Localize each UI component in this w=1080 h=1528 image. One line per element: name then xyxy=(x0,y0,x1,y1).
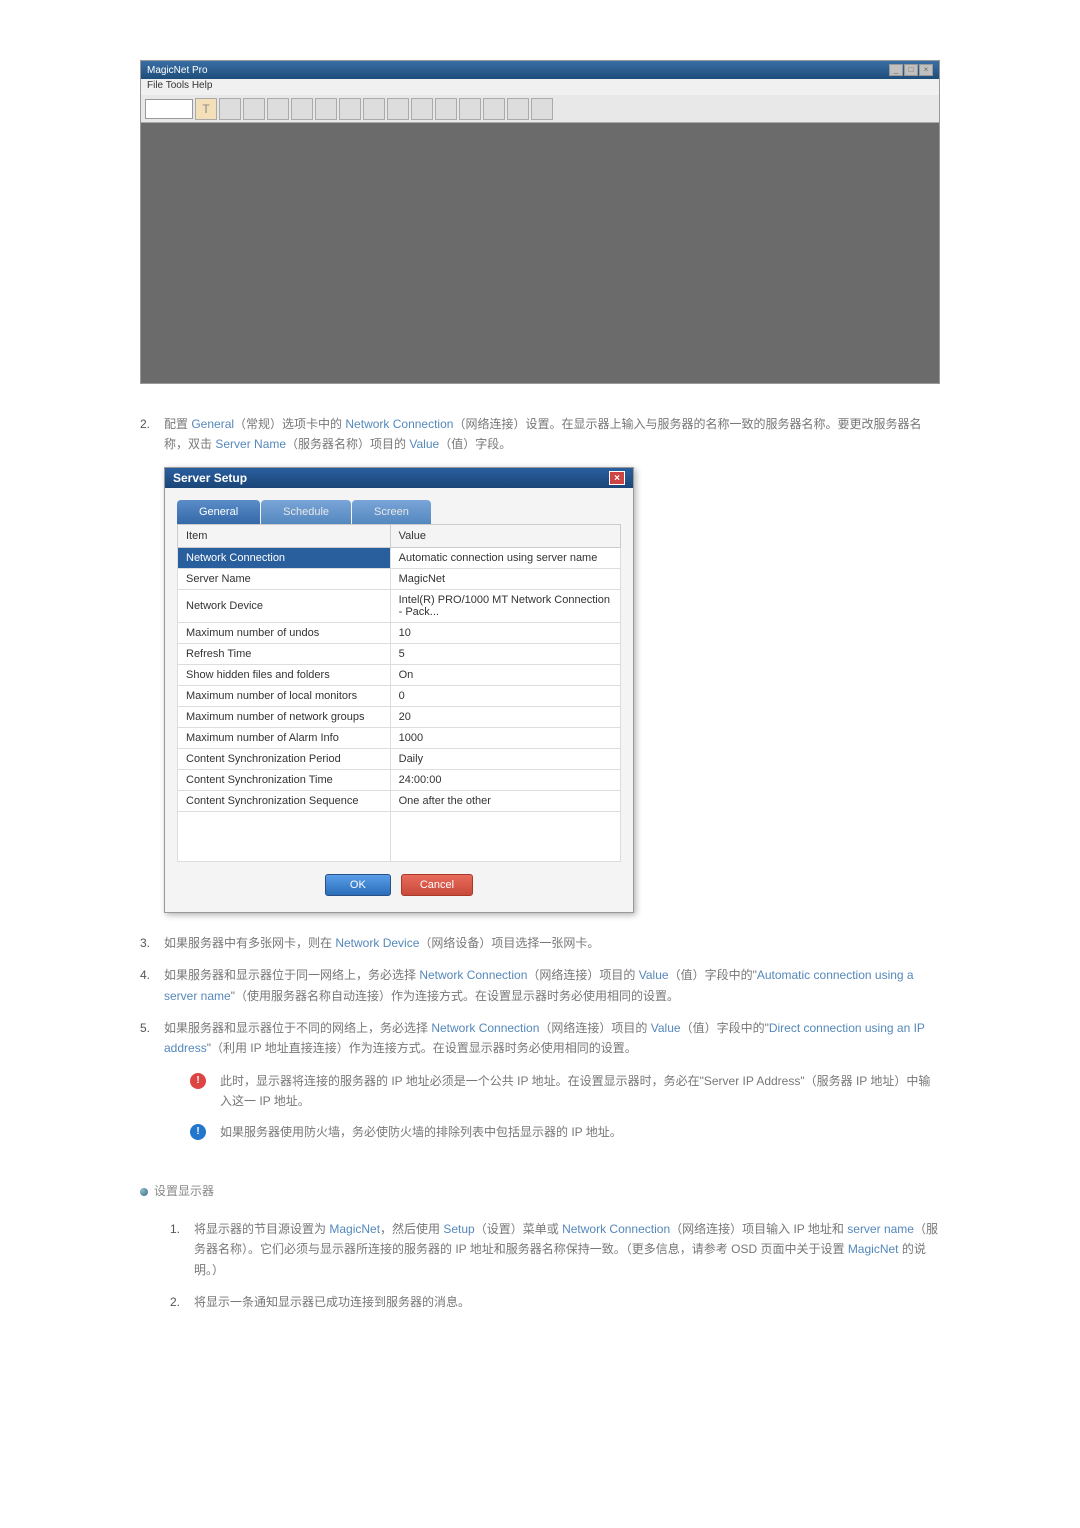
step-2: 2. 配置 General（常规）选项卡中的 Network Connectio… xyxy=(140,414,940,455)
cell-value[interactable]: 20 xyxy=(390,706,620,727)
maximize-icon[interactable]: □ xyxy=(904,64,918,76)
cell-item: Refresh Time xyxy=(178,643,391,664)
table-row[interactable]: Maximum number of Alarm Info1000 xyxy=(178,727,621,748)
dialog-tabs: General Schedule Screen xyxy=(177,500,621,524)
close-icon[interactable]: × xyxy=(609,471,625,485)
toolbar-icon[interactable] xyxy=(459,98,481,120)
toolbar-icon[interactable] xyxy=(219,98,241,120)
step-4: 4. 如果服务器和显示器位于同一网络上，务必选择 Network Connect… xyxy=(140,965,940,1006)
app-title: MagicNet Pro xyxy=(147,65,208,76)
server-setup-dialog: Server Setup × General Schedule Screen I… xyxy=(164,467,634,913)
table-row[interactable]: Maximum number of network groups20 xyxy=(178,706,621,727)
step-3: 3. 如果服务器中有多张网卡，则在 Network Device（网络设备）项目… xyxy=(140,933,940,953)
cell-value[interactable]: MagicNet xyxy=(390,568,620,589)
toolbar-icon[interactable] xyxy=(387,98,409,120)
cell-value[interactable]: Intel(R) PRO/1000 MT Network Connection … xyxy=(390,589,620,622)
cell-item: Maximum number of local monitors xyxy=(178,685,391,706)
cell-item: Network Device xyxy=(178,589,391,622)
close-icon[interactable]: × xyxy=(919,64,933,76)
col-item: Item xyxy=(178,524,391,547)
toolbar-icon[interactable] xyxy=(363,98,385,120)
table-row[interactable]: Network DeviceIntel(R) PRO/1000 MT Netwo… xyxy=(178,589,621,622)
window-controls: _ □ × xyxy=(889,64,933,76)
cell-value[interactable]: 1000 xyxy=(390,727,620,748)
cell-item: Content Synchronization Sequence xyxy=(178,790,391,811)
warning-icon: ! xyxy=(190,1073,206,1089)
table-row[interactable]: Server NameMagicNet xyxy=(178,568,621,589)
ok-button[interactable]: OK xyxy=(325,874,391,896)
tab-schedule[interactable]: Schedule xyxy=(261,500,351,524)
table-row[interactable]: Refresh Time5 xyxy=(178,643,621,664)
cell-value[interactable]: 5 xyxy=(390,643,620,664)
cell-item: Maximum number of Alarm Info xyxy=(178,727,391,748)
cell-value[interactable]: 24:00:00 xyxy=(390,769,620,790)
toolbar-icon[interactable] xyxy=(507,98,529,120)
app-toolbar: T xyxy=(141,95,939,123)
toolbar-icon[interactable] xyxy=(435,98,457,120)
dialog-body: General Schedule Screen Item Value Netwo… xyxy=(165,488,633,912)
table-row[interactable]: Content Synchronization Time24:00:00 xyxy=(178,769,621,790)
setup-steps-cont: 3. 如果服务器中有多张网卡，则在 Network Device（网络设备）项目… xyxy=(140,933,940,1059)
dialog-buttons: OK Cancel xyxy=(177,862,621,900)
table-row[interactable]: Content Synchronization PeriodDaily xyxy=(178,748,621,769)
setup-steps: 2. 配置 General（常规）选项卡中的 Network Connectio… xyxy=(140,414,940,455)
table-row[interactable]: Maximum number of undos10 xyxy=(178,622,621,643)
info-icon: ! xyxy=(190,1124,206,1140)
toolbar-icon[interactable] xyxy=(291,98,313,120)
cell-item: Maximum number of network groups xyxy=(178,706,391,727)
minimize-icon[interactable]: _ xyxy=(889,64,903,76)
cell-item: Content Synchronization Period xyxy=(178,748,391,769)
cell-value[interactable]: Daily xyxy=(390,748,620,769)
cell-item: Content Synchronization Time xyxy=(178,769,391,790)
toolbar-icon[interactable] xyxy=(267,98,289,120)
toolbar-label xyxy=(145,99,193,119)
app-menubar[interactable]: File Tools Help xyxy=(141,79,939,95)
dialog-titlebar: Server Setup × xyxy=(165,468,633,488)
cell-item: Maximum number of undos xyxy=(178,622,391,643)
toolbar-icon[interactable] xyxy=(315,98,337,120)
tab-general[interactable]: General xyxy=(177,500,260,524)
dialog-title: Server Setup xyxy=(173,471,247,485)
cell-value[interactable]: One after the other xyxy=(390,790,620,811)
toolbar-icon[interactable] xyxy=(411,98,433,120)
monitor-section-header: 设置显示器 xyxy=(140,1182,940,1199)
app-content-area xyxy=(141,123,939,383)
step-5: 5. 如果服务器和显示器位于不同的网络上，务必选择 Network Connec… xyxy=(140,1018,940,1059)
table-row[interactable]: Network ConnectionAutomatic connection u… xyxy=(178,547,621,568)
settings-table: Item Value Network ConnectionAutomatic c… xyxy=(177,524,621,862)
info-note-2: ! 如果服务器使用防火墙，务必使防火墙的排除列表中包括显示器的 IP 地址。 xyxy=(190,1122,940,1142)
empty-row xyxy=(178,811,621,861)
col-value: Value xyxy=(390,524,620,547)
app-titlebar: MagicNet Pro _ □ × xyxy=(141,61,939,79)
cancel-button[interactable]: Cancel xyxy=(401,874,473,896)
cell-value[interactable]: 0 xyxy=(390,685,620,706)
cell-item: Network Connection xyxy=(178,547,391,568)
cell-value[interactable]: On xyxy=(390,664,620,685)
bullet-icon xyxy=(140,1188,148,1196)
monitor-step-1: 1. 将显示器的节目源设置为 MagicNet，然后使用 Setup（设置）菜单… xyxy=(170,1219,940,1280)
warning-note-1: ! 此时，显示器将连接的服务器的 IP 地址必须是一个公共 IP 地址。在设置显… xyxy=(190,1071,940,1112)
tab-screen[interactable]: Screen xyxy=(352,500,431,524)
cell-item: Server Name xyxy=(178,568,391,589)
toolbar-icon[interactable]: T xyxy=(195,98,217,120)
table-row[interactable]: Show hidden files and foldersOn xyxy=(178,664,621,685)
monitor-step-2: 2. 将显示一条通知显示器已成功连接到服务器的消息。 xyxy=(170,1292,940,1312)
magicnet-app-window: MagicNet Pro _ □ × File Tools Help T xyxy=(140,60,940,384)
cell-value[interactable]: 10 xyxy=(390,622,620,643)
toolbar-icon[interactable] xyxy=(531,98,553,120)
cell-value[interactable]: Automatic connection using server name xyxy=(390,547,620,568)
toolbar-icon[interactable] xyxy=(243,98,265,120)
table-row[interactable]: Maximum number of local monitors0 xyxy=(178,685,621,706)
table-row[interactable]: Content Synchronization SequenceOne afte… xyxy=(178,790,621,811)
cell-item: Show hidden files and folders xyxy=(178,664,391,685)
toolbar-icon[interactable] xyxy=(339,98,361,120)
monitor-steps: 1. 将显示器的节目源设置为 MagicNet，然后使用 Setup（设置）菜单… xyxy=(170,1219,940,1313)
toolbar-icon[interactable] xyxy=(483,98,505,120)
